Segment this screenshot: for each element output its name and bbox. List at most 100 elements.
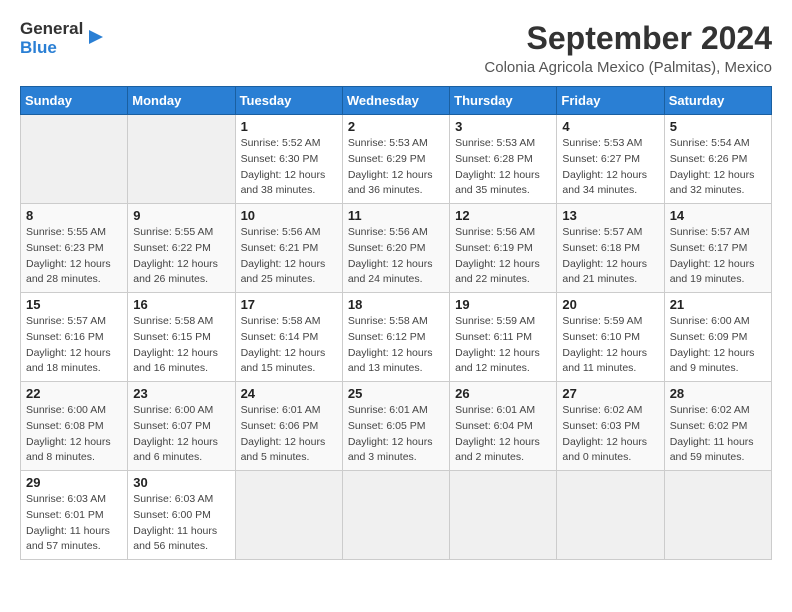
day-info: Sunrise: 5:56 AMSunset: 6:20 PMDaylight:… <box>348 225 444 288</box>
calendar-cell <box>450 471 557 560</box>
day-number: 10 <box>241 208 337 223</box>
title-area: September 2024 Colonia Agricola Mexico (… <box>110 20 772 76</box>
weekday-header-monday: Monday <box>128 87 235 115</box>
calendar-cell: 30Sunrise: 6:03 AMSunset: 6:00 PMDayligh… <box>128 471 235 560</box>
day-number: 16 <box>133 297 229 312</box>
day-info: Sunrise: 5:54 AMSunset: 6:26 PMDaylight:… <box>670 136 766 199</box>
day-number: 24 <box>241 386 337 401</box>
calendar-cell: 26 Sunrise: 6:01 AMSunset: 6:04 PMDayligh… <box>450 382 557 471</box>
day-info: Sunrise: 5:58 AMSunset: 6:12 PMDaylight:… <box>348 314 444 377</box>
day-info: Sunrise: 5:58 AMSunset: 6:14 PMDaylight:… <box>241 314 337 377</box>
calendar-header-row: SundayMondayTuesdayWednesdayThursdayFrid… <box>21 87 772 115</box>
day-number: 30 <box>133 475 229 490</box>
weekday-header-saturday: Saturday <box>664 87 771 115</box>
calendar-cell: 2 Sunrise: 5:53 AMSunset: 6:29 PMDaylight… <box>342 115 449 204</box>
calendar-cell: 23 Sunrise: 6:00 AMSunset: 6:07 PMDayligh… <box>128 382 235 471</box>
calendar-cell: 17 Sunrise: 5:58 AMSunset: 6:14 PMDayligh… <box>235 293 342 382</box>
calendar-cell: 18 Sunrise: 5:58 AMSunset: 6:12 PMDayligh… <box>342 293 449 382</box>
calendar-cell <box>21 115 128 204</box>
weekday-header-tuesday: Tuesday <box>235 87 342 115</box>
calendar-cell: 3Sunrise: 5:53 AMSunset: 6:28 PMDaylight… <box>450 115 557 204</box>
day-number: 28 <box>670 386 766 401</box>
day-info: Sunrise: 6:02 AMSunset: 6:02 PMDaylight:… <box>670 403 766 466</box>
logo-line2: Blue <box>20 39 83 58</box>
calendar-table: SundayMondayTuesdayWednesdayThursdayFrid… <box>20 86 772 560</box>
day-number: 15 <box>26 297 122 312</box>
calendar-cell <box>664 471 771 560</box>
calendar-cell: 28 Sunrise: 6:02 AMSunset: 6:02 PMDayligh… <box>664 382 771 471</box>
day-info: Sunrise: 5:57 AMSunset: 6:18 PMDaylight:… <box>562 225 658 288</box>
day-info: Sunrise: 6:00 AMSunset: 6:08 PMDaylight:… <box>26 403 122 466</box>
calendar-cell: 24 Sunrise: 6:01 AMSunset: 6:06 PMDayligh… <box>235 382 342 471</box>
page-header: General Blue September 2024 Colonia Agri… <box>20 20 772 76</box>
day-info: Sunrise: 5:53 AMSunset: 6:27 PMDaylight:… <box>562 136 658 199</box>
calendar-cell: 5 Sunrise: 5:54 AMSunset: 6:26 PMDaylight… <box>664 115 771 204</box>
calendar-cell: 11 Sunrise: 5:56 AMSunset: 6:20 PMDayligh… <box>342 204 449 293</box>
weekday-header-sunday: Sunday <box>21 87 128 115</box>
calendar-cell: 13 Sunrise: 5:57 AMSunset: 6:18 PMDayligh… <box>557 204 664 293</box>
calendar-cell: 20Sunrise: 5:59 AMSunset: 6:10 PMDayligh… <box>557 293 664 382</box>
day-number: 3 <box>455 119 551 134</box>
calendar-cell: 27 Sunrise: 6:02 AMSunset: 6:03 PMDayligh… <box>557 382 664 471</box>
calendar-week-row: 29 Sunrise: 6:03 AMSunset: 6:01 PMDayligh… <box>21 471 772 560</box>
day-info: Sunrise: 5:58 AMSunset: 6:15 PMDaylight:… <box>133 314 229 377</box>
calendar-cell: 8Sunrise: 5:55 AMSunset: 6:23 PMDaylight… <box>21 204 128 293</box>
calendar-cell: 4 Sunrise: 5:53 AMSunset: 6:27 PMDaylight… <box>557 115 664 204</box>
calendar-week-row: 22 Sunrise: 6:00 AMSunset: 6:08 PMDayligh… <box>21 382 772 471</box>
day-number: 5 <box>670 119 766 134</box>
day-info: Sunrise: 6:03 AMSunset: 6:01 PMDaylight:… <box>26 492 122 555</box>
day-number: 29 <box>26 475 122 490</box>
calendar-cell <box>235 471 342 560</box>
day-number: 4 <box>562 119 658 134</box>
calendar-cell: 12Sunrise: 5:56 AMSunset: 6:19 PMDayligh… <box>450 204 557 293</box>
calendar-cell: 14Sunrise: 5:57 AMSunset: 6:17 PMDayligh… <box>664 204 771 293</box>
day-info: Sunrise: 5:56 AMSunset: 6:21 PMDaylight:… <box>241 225 337 288</box>
day-number: 17 <box>241 297 337 312</box>
logo-arrow-icon <box>85 26 107 48</box>
day-info: Sunrise: 5:52 AMSunset: 6:30 PMDaylight:… <box>241 136 337 199</box>
day-info: Sunrise: 5:59 AMSunset: 6:11 PMDaylight:… <box>455 314 551 377</box>
main-title: September 2024 <box>110 20 772 57</box>
calendar-cell <box>342 471 449 560</box>
day-info: Sunrise: 5:57 AMSunset: 6:17 PMDaylight:… <box>670 225 766 288</box>
day-number: 18 <box>348 297 444 312</box>
day-number: 13 <box>562 208 658 223</box>
calendar-cell <box>557 471 664 560</box>
calendar-cell: 9 Sunrise: 5:55 AMSunset: 6:22 PMDaylight… <box>128 204 235 293</box>
day-info: Sunrise: 5:57 AMSunset: 6:16 PMDaylight:… <box>26 314 122 377</box>
calendar-cell: 15 Sunrise: 5:57 AMSunset: 6:16 PMDayligh… <box>21 293 128 382</box>
calendar-cell: 10 Sunrise: 5:56 AMSunset: 6:21 PMDayligh… <box>235 204 342 293</box>
day-number: 27 <box>562 386 658 401</box>
day-number: 9 <box>133 208 229 223</box>
calendar-cell: 21 Sunrise: 6:00 AMSunset: 6:09 PMDayligh… <box>664 293 771 382</box>
calendar-week-row: 15 Sunrise: 5:57 AMSunset: 6:16 PMDayligh… <box>21 293 772 382</box>
calendar-cell: 19 Sunrise: 5:59 AMSunset: 6:11 PMDayligh… <box>450 293 557 382</box>
weekday-header-wednesday: Wednesday <box>342 87 449 115</box>
day-info: Sunrise: 5:55 AMSunset: 6:22 PMDaylight:… <box>133 225 229 288</box>
day-number: 19 <box>455 297 551 312</box>
day-number: 23 <box>133 386 229 401</box>
day-info: Sunrise: 6:01 AMSunset: 6:04 PMDaylight:… <box>455 403 551 466</box>
day-number: 12 <box>455 208 551 223</box>
weekday-header-thursday: Thursday <box>450 87 557 115</box>
day-number: 22 <box>26 386 122 401</box>
day-info: Sunrise: 6:02 AMSunset: 6:03 PMDaylight:… <box>562 403 658 466</box>
subtitle: Colonia Agricola Mexico (Palmitas), Mexi… <box>110 59 772 76</box>
day-info: Sunrise: 6:00 AMSunset: 6:09 PMDaylight:… <box>670 314 766 377</box>
day-number: 26 <box>455 386 551 401</box>
day-number: 11 <box>348 208 444 223</box>
day-number: 20 <box>562 297 658 312</box>
day-info: Sunrise: 6:00 AMSunset: 6:07 PMDaylight:… <box>133 403 229 466</box>
day-number: 2 <box>348 119 444 134</box>
day-number: 1 <box>241 119 337 134</box>
day-number: 8 <box>26 208 122 223</box>
day-info: Sunrise: 6:01 AMSunset: 6:06 PMDaylight:… <box>241 403 337 466</box>
calendar-cell: 16 Sunrise: 5:58 AMSunset: 6:15 PMDayligh… <box>128 293 235 382</box>
day-info: Sunrise: 6:01 AMSunset: 6:05 PMDaylight:… <box>348 403 444 466</box>
day-number: 25 <box>348 386 444 401</box>
calendar-cell: 29 Sunrise: 6:03 AMSunset: 6:01 PMDayligh… <box>21 471 128 560</box>
logo: General Blue <box>20 20 110 57</box>
day-info: Sunrise: 5:53 AMSunset: 6:29 PMDaylight:… <box>348 136 444 199</box>
day-number: 21 <box>670 297 766 312</box>
logo-line1: General <box>20 20 83 39</box>
